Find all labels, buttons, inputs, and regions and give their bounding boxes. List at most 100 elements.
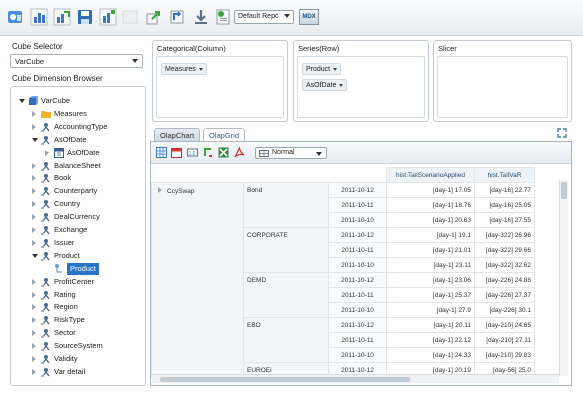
tree-item[interactable]: Rating [11, 289, 145, 301]
row-group-header[interactable]: CORPORATE [243, 227, 329, 273]
tree-expand-icon[interactable] [32, 291, 36, 298]
dimension-icon [41, 341, 51, 352]
tree-expand-icon[interactable] [32, 188, 36, 195]
tree-item[interactable]: Sector [11, 327, 145, 339]
table-icon[interactable] [156, 147, 167, 158]
vertical-scrollbar[interactable] [559, 180, 568, 376]
column-header[interactable]: hist.TailScenarioApplied [386, 167, 475, 183]
tree-item[interactable]: SourceSystem [11, 340, 145, 352]
tree-expand-icon[interactable] [32, 356, 36, 362]
tree-item[interactable]: Product [11, 250, 145, 262]
row-group-header[interactable]: DEMD [243, 272, 329, 318]
tree-item-label: Counterparty [54, 186, 98, 196]
cube-select[interactable]: VarCube [10, 54, 143, 68]
tree-item[interactable]: Region [11, 301, 145, 313]
tree-item[interactable]: Book [11, 172, 145, 184]
save-icon[interactable] [76, 8, 94, 26]
value-cell: [day-1] 20.11 [386, 317, 475, 333]
tree-item[interactable]: Counterparty [11, 185, 145, 197]
calendar-icon[interactable] [171, 147, 182, 158]
tree-item[interactable]: ProfitCenter [11, 276, 145, 288]
tree-expand-icon[interactable] [32, 201, 36, 208]
tree-collapse-icon[interactable] [19, 99, 25, 103]
table-row: CcySwap Bond 2011-10-12 [day-1] 17.05 [day-1… [151, 182, 535, 378]
tree-expand-icon[interactable] [32, 368, 36, 375]
swap-axes-icon[interactable] [203, 147, 214, 158]
tree-expand-icon[interactable] [32, 227, 36, 233]
tree-expand-icon[interactable] [158, 187, 162, 193]
tree-collapse-icon[interactable] [32, 137, 38, 142]
tree-item[interactable]: Validity [11, 353, 145, 365]
tree-expand-icon[interactable] [45, 149, 49, 156]
row-group-header[interactable]: Bond [243, 182, 329, 228]
scroll-thumb[interactable] [561, 182, 567, 199]
tree-expand-icon[interactable] [32, 317, 36, 324]
column-header[interactable]: hist.TailVaR [474, 167, 535, 183]
tree-item[interactable]: Country [11, 198, 145, 210]
tree-expand-icon[interactable] [32, 162, 36, 169]
chip-product[interactable]: Product [302, 63, 342, 75]
header-spacer [329, 168, 387, 183]
row-header-root[interactable]: CcySwap [151, 182, 244, 378]
svg-text:1.0: 1.0 [189, 151, 196, 157]
tab-olapchart[interactable]: OlapChart [154, 128, 200, 142]
bar-chart-icon[interactable] [30, 8, 48, 26]
value-cell: [day-1] 21.01 [386, 242, 475, 258]
tree-item[interactable]: RiskType [11, 314, 145, 326]
tree-expand-icon[interactable] [32, 175, 36, 182]
expand-icon[interactable] [557, 128, 567, 138]
tree-item[interactable]: Product [11, 262, 145, 275]
tree-item-label: Product [67, 262, 99, 275]
tree-item[interactable]: Var detail [11, 366, 145, 378]
row-group-header[interactable]: EBO [243, 317, 329, 363]
tree-item[interactable]: Exchange [11, 224, 145, 236]
tree-collapse-icon[interactable] [32, 253, 38, 258]
tree-expand-icon[interactable] [32, 123, 36, 130]
tree-item[interactable]: AsOfDate [11, 147, 145, 159]
save-chart-icon[interactable] [99, 8, 117, 26]
tree-expand-icon[interactable] [32, 330, 36, 337]
cube-dimension-browser[interactable]: VarCube Measures AccountingType AsOfDate AsO… [10, 86, 146, 386]
tree-item[interactable]: DealCurrency [11, 211, 145, 223]
tree-expand-icon[interactable] [32, 304, 36, 311]
tree-expand-icon[interactable] [32, 278, 36, 285]
excel-export-icon[interactable] [218, 147, 229, 158]
tab-olapgrid[interactable]: OlapGrid [203, 128, 245, 142]
categorical-dropzone[interactable]: Measures [156, 56, 284, 118]
pdf-export-icon[interactable] [234, 146, 245, 158]
report-select[interactable]: Default Repc [234, 10, 294, 24]
chip-label: Measures [165, 66, 196, 73]
tree-item[interactable]: AsOfDate [11, 134, 145, 146]
tree-expand-icon[interactable] [32, 239, 36, 246]
tree-item[interactable]: BalanceSheet [11, 160, 145, 172]
view-mode-select[interactable]: Normal [255, 147, 327, 159]
slicer-panel: Slicer [433, 40, 572, 122]
horizontal-scrollbar[interactable] [152, 374, 559, 383]
tree-item[interactable]: VarCube [11, 95, 145, 107]
report-icon[interactable] [6, 8, 24, 26]
scroll-thumb[interactable] [160, 377, 410, 382]
tree-item-label: ProfitCenter [54, 276, 95, 286]
mdx-button[interactable]: MDX [299, 9, 319, 25]
tree-item-label: RiskType [54, 315, 85, 325]
tree-expand-icon[interactable] [32, 343, 36, 350]
sort-icon[interactable]: 1.0 [187, 147, 198, 158]
chip-measures[interactable]: Measures [161, 63, 207, 75]
checklist-icon[interactable] [214, 8, 232, 26]
tree-item[interactable]: AccountingType [11, 121, 145, 133]
download-icon[interactable] [192, 8, 210, 26]
date-cell: 2011-10-10 [328, 257, 387, 273]
value-cell: [day-210] 27.11 [474, 332, 535, 348]
move-icon[interactable] [144, 8, 162, 26]
chart-grow-icon[interactable] [53, 8, 71, 26]
tree-expand-icon[interactable] [32, 214, 36, 221]
tree-expand-icon[interactable] [32, 110, 36, 117]
slicer-dropzone[interactable] [437, 56, 568, 118]
tree-item[interactable]: Issuer [11, 237, 145, 249]
chip-asofdate[interactable]: AsOfDate [302, 79, 348, 91]
swap-icon[interactable] [168, 8, 186, 26]
tree-item-label: Rating [54, 289, 76, 299]
value-cell: [day-1] 22.12 [386, 332, 475, 348]
tree-item[interactable]: Measures [11, 108, 145, 120]
series-dropzone[interactable]: Product AsOfDate [297, 56, 425, 118]
